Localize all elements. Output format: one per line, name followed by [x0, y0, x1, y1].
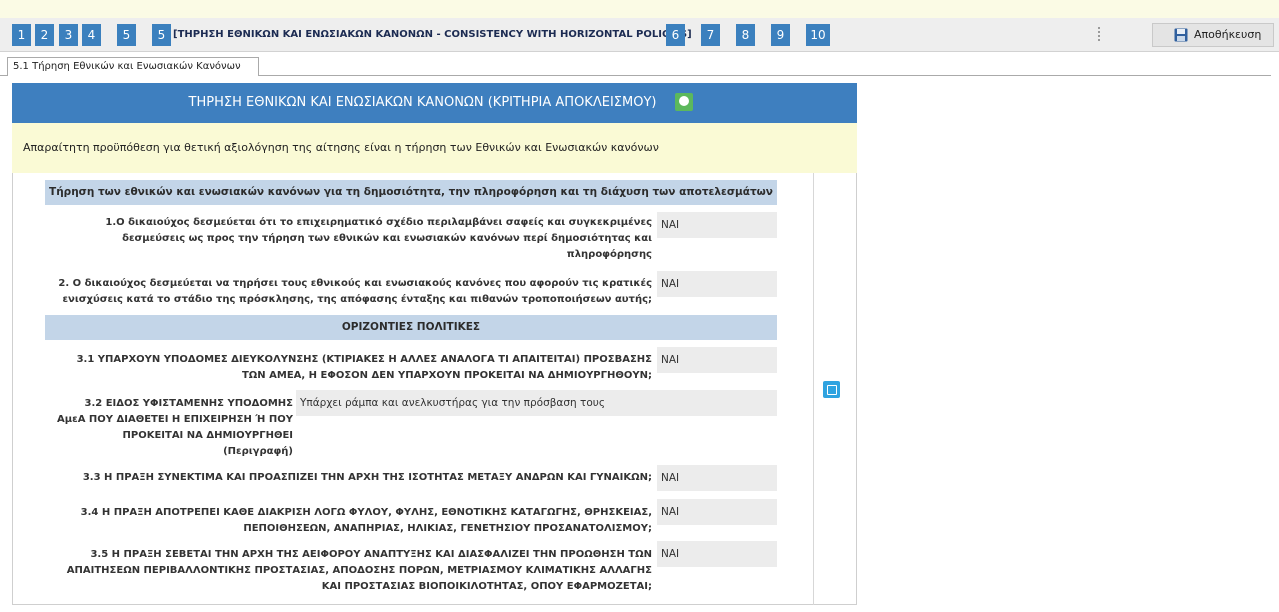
question-label: 3.1 ΥΠΑΡΧΟΥΝ ΥΠΟΔΟΜΕΣ ΔΙΕΥΚΟΛΥΝΣΗΣ (ΚΤΙΡ… — [76, 354, 652, 381]
panel-header: ΤΗΡΗΣΗ ΕΘΝΙΚΩΝ ΚΑΙ ΕΝΩΣΙΑΚΩΝ ΚΑΝΟΝΩΝ (ΚΡ… — [12, 83, 857, 123]
description-field[interactable]: Υπάρχει ράμπα και ανελκυστήρας για την π… — [296, 390, 777, 416]
question-label: 3.4 Η ΠΡΑΞΗ ΑΠΟΤΡΕΠΕΙ ΚΑΘΕ ΔΙΑΚΡΙΣΗ ΛΟΓΩ… — [80, 507, 652, 534]
answer-field[interactable]: ΝΑΙ — [657, 347, 777, 373]
question-label: 3.3 Η ΠΡΑΞΗ ΣΥΝΕΚΤΙΜΑ ΚΑΙ ΠΡΟΑΣΠΙΖΕΙ ΤΗΝ… — [82, 472, 652, 483]
answer-field[interactable]: ΝΑΙ — [657, 499, 777, 525]
step-button-2[interactable]: 2 — [35, 24, 54, 46]
edit-icon[interactable] — [823, 381, 840, 398]
step-button-3[interactable]: 3 — [59, 24, 78, 46]
step-button-8[interactable]: 8 — [736, 24, 755, 46]
section-header-horizontal-policies: ΟΡΙΖΟΝΤΙΕΣ ΠΟΛΙΤΙΚΕΣ — [45, 315, 777, 340]
section-header-publicity: Τήρηση των εθνικών και ενωσιακών κανόνων… — [45, 180, 777, 205]
step-button-1[interactable]: 1 — [12, 24, 31, 46]
info-icon[interactable] — [675, 93, 693, 111]
step-button-5[interactable]: 5 — [117, 24, 136, 46]
save-button[interactable]: Αποθήκευση — [1152, 23, 1274, 47]
step-button-9[interactable]: 9 — [771, 24, 790, 46]
current-step-label: [ΤΗΡΗΣΗ ΕΘΝΙΚΩΝ ΚΑΙ ΕΝΩΣΙΑΚΩΝ ΚΑΝΟΝΩΝ - … — [173, 29, 692, 40]
tab-rules-compliance[interactable]: 5.1 Τήρηση Εθνικών και Ενωσιακών Κανόνων — [7, 57, 259, 76]
answer-field[interactable]: ΝΑΙ — [657, 271, 777, 297]
step-button-5-current[interactable]: 5 — [152, 24, 171, 46]
notice-text: Απαραίτητη προϋπόθεση για θετική αξιολόγ… — [12, 123, 857, 173]
step-button-7[interactable]: 7 — [701, 24, 720, 46]
question-label: 3.2 ΕΙΔΟΣ ΥΦΙΣΤΑΜΕΝΗΣ ΥΠΟΔΟΜΗΣ ΑμεΑ ΠΟΥ … — [57, 398, 293, 457]
save-label: Αποθήκευση — [1194, 28, 1262, 41]
step-button-4[interactable]: 4 — [82, 24, 101, 46]
answer-field[interactable]: ΝΑΙ — [657, 541, 777, 567]
question-label: 1.Ο δικαιούχος δεσμεύεται ότι το επιχειρ… — [105, 217, 652, 260]
step-navbar: 1 2 3 4 5 5 [ΤΗΡΗΣΗ ΕΘΝΙΚΩΝ ΚΑΙ ΕΝΩΣΙΑΚΩ… — [0, 18, 1279, 52]
step-button-6[interactable]: 6 — [666, 24, 685, 46]
info-strip — [0, 0, 1279, 18]
panel-title: ΤΗΡΗΣΗ ΕΘΝΙΚΩΝ ΚΑΙ ΕΝΩΣΙΑΚΩΝ ΚΑΝΟΝΩΝ (ΚΡ… — [188, 95, 657, 110]
question-label: 3.5 Η ΠΡΑΞΗ ΣΕΒΕΤΑΙ ΤΗΝ ΑΡΧΗ ΤΗΣ ΑΕΙΦΟΡΟ… — [66, 549, 652, 592]
answer-field[interactable]: ΝΑΙ — [657, 465, 777, 491]
step-button-10[interactable]: 10 — [806, 24, 830, 46]
question-label: 2. Ο δικαιούχος δεσμεύεται να τηρήσει το… — [58, 278, 652, 305]
floppy-disk-icon — [1174, 28, 1188, 42]
answer-field[interactable]: ΝΑΙ — [657, 212, 777, 238]
form-box-divider — [813, 173, 814, 605]
tab-divider — [259, 75, 1271, 76]
vertical-dots-icon[interactable] — [1098, 27, 1101, 41]
